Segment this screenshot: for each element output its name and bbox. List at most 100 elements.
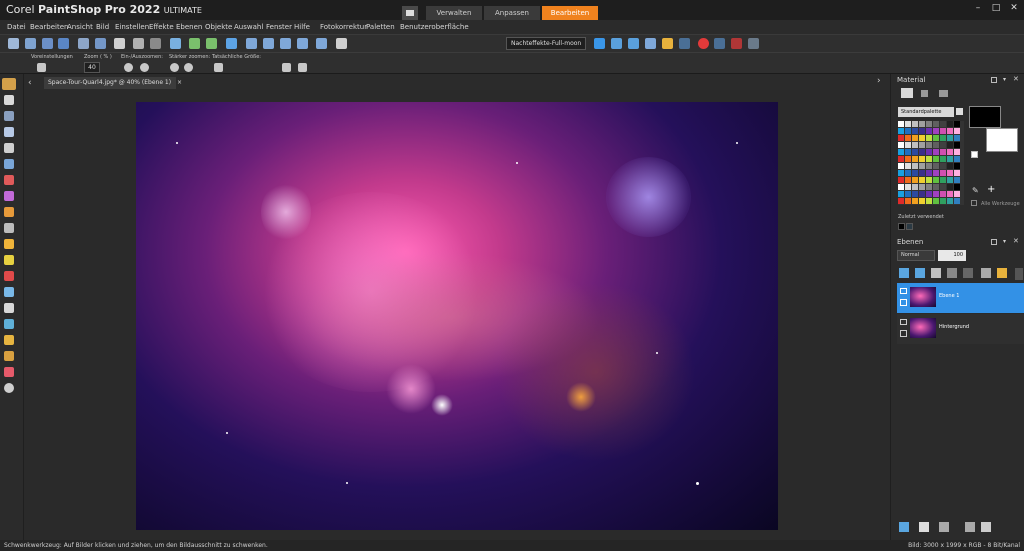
palette-swatch[interactable]	[926, 191, 932, 197]
panel-close-icon[interactable]: ✕	[1013, 75, 1019, 83]
palette-swatch[interactable]	[940, 177, 946, 183]
palette-swatch[interactable]	[919, 128, 925, 134]
palette-swatch[interactable]	[940, 135, 946, 141]
adjustment-layer-icon[interactable]	[919, 522, 929, 532]
panel-restore-icon[interactable]	[991, 77, 997, 83]
pan-tool-icon[interactable]	[2, 78, 16, 90]
palette-swatch[interactable]	[919, 170, 925, 176]
info-icon[interactable]	[226, 38, 237, 49]
palette-swatch[interactable]	[919, 121, 925, 127]
full-screen-icon[interactable]	[316, 38, 327, 49]
palette-swatch[interactable]	[940, 149, 946, 155]
palette-swatch[interactable]	[905, 170, 911, 176]
palette-swatch[interactable]	[912, 135, 918, 141]
fit-window-icon[interactable]	[246, 38, 257, 49]
shape-tool-icon[interactable]	[4, 319, 14, 329]
palette-swatch[interactable]	[947, 156, 953, 162]
palette-swatch[interactable]	[947, 163, 953, 169]
menu-bild[interactable]: Bild	[96, 23, 109, 31]
layer-lock-icon[interactable]	[900, 299, 907, 306]
document-close-icon[interactable]: ×	[177, 79, 182, 86]
print-icon[interactable]	[114, 38, 125, 49]
add-color-icon[interactable]: +	[987, 184, 995, 195]
menu-bearbeiten[interactable]: Bearbeiten	[30, 23, 68, 31]
scan-icon[interactable]	[95, 38, 106, 49]
script-stop-icon[interactable]	[679, 38, 690, 49]
palette-select[interactable]: Standardpalette	[898, 107, 954, 117]
menu-benutzeroberflaeche[interactable]: Benutzeroberfläche	[400, 23, 469, 31]
tab-anpassen[interactable]: Anpassen	[484, 6, 540, 20]
menu-fenster[interactable]: Fenster	[266, 23, 292, 31]
maximize-button[interactable]: □	[990, 2, 1002, 14]
script-preset-select[interactable]: Nachteffekte-Full-moon	[506, 37, 586, 50]
palette-swatch[interactable]	[926, 170, 932, 176]
script-folder-icon[interactable]	[662, 38, 673, 49]
palette-swatch[interactable]	[905, 184, 911, 190]
palette-swatch[interactable]	[954, 128, 960, 134]
palette-swatch[interactable]	[898, 177, 904, 183]
palette-menu-icon[interactable]	[956, 108, 963, 115]
color-palette[interactable]	[898, 121, 964, 205]
zoom-in-icon[interactable]	[280, 38, 291, 49]
palette-swatch[interactable]	[898, 142, 904, 148]
text-tool-icon[interactable]	[4, 287, 14, 297]
palette-swatch[interactable]	[947, 142, 953, 148]
close-window-button[interactable]: ✕	[1008, 2, 1020, 14]
palette-swatch[interactable]	[933, 163, 939, 169]
palette-swatch[interactable]	[926, 135, 932, 141]
layers-options-icon[interactable]: ▾	[1003, 238, 1006, 245]
palette-swatch[interactable]	[898, 149, 904, 155]
palette-swatch[interactable]	[926, 142, 932, 148]
palette-swatch[interactable]	[947, 184, 953, 190]
actual-size-icon[interactable]	[263, 38, 274, 49]
add-tool-icon[interactable]	[4, 383, 14, 393]
palette-swatch[interactable]	[919, 198, 925, 204]
palette-swatch[interactable]	[919, 184, 925, 190]
pause-icon[interactable]	[714, 38, 725, 49]
palette-swatch[interactable]	[905, 149, 911, 155]
browse-icon[interactable]	[78, 38, 89, 49]
palette-swatch[interactable]	[954, 149, 960, 155]
palette-swatch[interactable]	[912, 177, 918, 183]
frame-tab-icon[interactable]	[901, 88, 913, 98]
palette-swatch[interactable]	[933, 170, 939, 176]
palette-swatch[interactable]	[926, 198, 932, 204]
palette-swatch[interactable]	[919, 156, 925, 162]
script-debug-icon[interactable]	[628, 38, 639, 49]
palette-swatch[interactable]	[954, 135, 960, 141]
rotate-left-icon[interactable]	[189, 38, 200, 49]
palette-swatch[interactable]	[940, 198, 946, 204]
lock-icon[interactable]	[997, 268, 1007, 278]
palette-swatch[interactable]	[947, 135, 953, 141]
palette-swatch[interactable]	[947, 170, 953, 176]
visibility-icon[interactable]	[900, 319, 907, 325]
palette-swatch[interactable]	[933, 156, 939, 162]
palette-swatch[interactable]	[926, 184, 932, 190]
delete-layer-icon[interactable]	[981, 522, 991, 532]
undo-icon[interactable]	[133, 38, 144, 49]
palette-swatch[interactable]	[954, 156, 960, 162]
menu-datei[interactable]: Datei	[7, 23, 26, 31]
apply-icon[interactable]	[282, 63, 291, 72]
palettes-icon[interactable]	[336, 38, 347, 49]
palette-swatch[interactable]	[954, 184, 960, 190]
palette-swatch[interactable]	[926, 121, 932, 127]
save-as-icon[interactable]	[58, 38, 69, 49]
paint-brush-tool-icon[interactable]	[4, 207, 14, 217]
palette-swatch[interactable]	[926, 149, 932, 155]
palette-swatch[interactable]	[898, 170, 904, 176]
clone-tool-icon[interactable]	[4, 223, 14, 233]
pick-tool-icon[interactable]	[4, 95, 14, 105]
palette-swatch[interactable]	[919, 177, 925, 183]
red-eye-tool-icon[interactable]	[4, 175, 14, 185]
layers-restore-icon[interactable]	[991, 239, 997, 245]
tab-bearbeiten[interactable]: Bearbeiten	[542, 6, 598, 20]
new-vector-layer-icon[interactable]	[915, 268, 925, 278]
palette-swatch[interactable]	[947, 198, 953, 204]
new-layer-bottom-icon[interactable]	[899, 522, 909, 532]
rotate-right-icon[interactable]	[206, 38, 217, 49]
run-script-icon[interactable]	[594, 38, 605, 49]
palette-swatch[interactable]	[940, 121, 946, 127]
link-icon[interactable]	[981, 268, 991, 278]
menu-ebenen[interactable]: Ebenen	[176, 23, 202, 31]
